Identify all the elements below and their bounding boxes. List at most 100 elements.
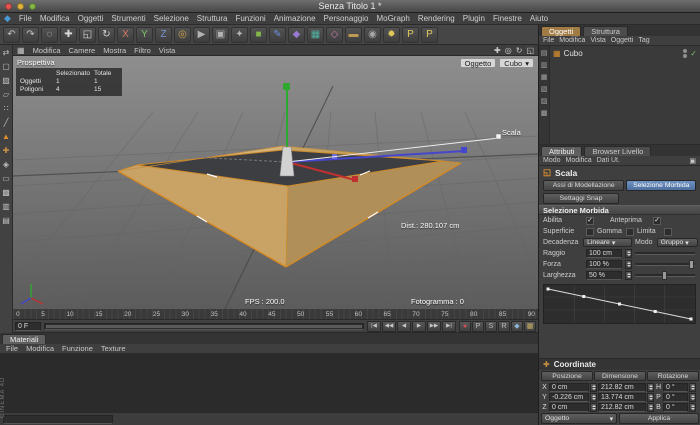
om-menu-modifica[interactable]: Modifica	[559, 37, 585, 44]
undo-icon[interactable]: ↶	[3, 27, 20, 43]
menu-rendering[interactable]: Rendering	[418, 14, 455, 23]
snap-toggle-icon[interactable]: ◈	[3, 161, 9, 169]
soft-selection-tab[interactable]: Selezione Morbida	[626, 180, 696, 191]
coordinate-mode-select[interactable]: Oggetto ▾	[541, 413, 617, 424]
om-side-icon-5[interactable]: ▨	[541, 97, 548, 105]
record-rotation-icon[interactable]: R	[498, 321, 510, 332]
menu-personaggio[interactable]: Personaggio	[324, 14, 369, 23]
add-spline-icon[interactable]: ✎	[269, 27, 286, 43]
raggio-slider[interactable]	[635, 252, 695, 255]
visibility-dots[interactable]	[683, 49, 687, 58]
texture-axis-icon[interactable]: ▩	[2, 189, 10, 197]
x-axis-handle[interactable]	[352, 176, 358, 182]
larghezza-field[interactable]: 50 %	[586, 271, 622, 280]
anteprima-checkbox[interactable]: ✓	[653, 217, 661, 225]
menu-selezione[interactable]: Selezione	[154, 14, 189, 23]
viewport-menu-icon[interactable]: ▦	[17, 46, 25, 55]
tab-browser-livello[interactable]: Browser Livello	[584, 146, 651, 156]
om-side-icon-3[interactable]: ▦	[541, 73, 548, 81]
dimension-x-field[interactable]: 212.82 cm	[598, 383, 646, 392]
menu-mograph[interactable]: MoGraph	[376, 14, 409, 23]
texture-mode-icon[interactable]: ▨	[2, 77, 10, 85]
menu-plugin[interactable]: Plugin	[463, 14, 485, 23]
record-scale-icon[interactable]: S	[485, 321, 497, 332]
modeling-axis-tab[interactable]: Assi di Modellazione	[543, 180, 624, 191]
forza-slider[interactable]	[635, 263, 695, 266]
timeline-ruler[interactable]: 051015202530354045505560657075808590	[13, 309, 538, 320]
menu-animazione[interactable]: Animazione	[274, 14, 316, 23]
scale-icon[interactable]: ◱	[79, 27, 96, 43]
menu-modifica[interactable]: Modifica	[40, 14, 70, 23]
materials-menu-texture[interactable]: Texture	[101, 344, 126, 353]
viewport-menu-vista[interactable]: Vista	[159, 46, 176, 55]
apply-button[interactable]: Applica	[619, 413, 699, 424]
add-deformer-icon[interactable]: ◇	[326, 27, 343, 43]
make-editable-icon[interactable]: ⇄	[3, 49, 10, 57]
rotate-icon[interactable]: ↻	[98, 27, 115, 43]
materials-menu-funzione[interactable]: Funzione	[62, 344, 93, 353]
curve-point[interactable]	[689, 318, 692, 321]
play-button[interactable]: ▶	[412, 321, 426, 332]
gomma-checkbox[interactable]	[626, 228, 634, 236]
object-mode-label[interactable]: Oggetto	[460, 58, 497, 68]
position-y-field[interactable]: -0.226 cm	[549, 393, 589, 402]
om-side-icon-4[interactable]: ▧	[541, 85, 548, 93]
tab-oggetti[interactable]: Oggetti	[541, 26, 581, 36]
add-primitive-icon[interactable]: ■	[250, 27, 267, 43]
menu-struttura[interactable]: Struttura	[197, 14, 228, 23]
model-mode-icon[interactable]: ▢	[2, 63, 10, 71]
dimension-x-stepper[interactable]	[647, 383, 654, 392]
live-selection-icon[interactable]: ◌	[41, 27, 58, 43]
viewport-canvas[interactable]: Prospettiva Selezionato Totale Oggetti 1…	[13, 56, 538, 309]
om-side-icon-1[interactable]: ▤	[541, 49, 548, 57]
goto-start-button[interactable]: |◀	[367, 321, 381, 332]
menu-file[interactable]: File	[19, 14, 32, 23]
record-pla-icon[interactable]: ▦	[524, 321, 536, 332]
axis-x-lock-icon[interactable]: X	[117, 27, 134, 43]
om-menu-vista[interactable]: Vista	[590, 37, 605, 44]
timeline-range-slider[interactable]	[44, 323, 364, 330]
add-light-icon[interactable]: ✹	[383, 27, 400, 43]
axis-y-lock-icon[interactable]: Y	[136, 27, 153, 43]
position-z-stepper[interactable]	[590, 403, 597, 412]
workplane-mode-icon[interactable]: ▱	[3, 91, 9, 99]
viewport-menu-filtro[interactable]: Filtro	[134, 46, 151, 55]
tab-materiali[interactable]: Materiali	[2, 334, 46, 344]
render-picture-viewer-icon[interactable]: ▣	[212, 27, 229, 43]
object-tree[interactable]: ▤ ▥ ▦ ▧ ▨ ▩ ▦ Cubo ✓	[539, 46, 700, 145]
add-environment-icon[interactable]: ▬	[345, 27, 362, 43]
snap-settings-button[interactable]: Settaggi Snap	[543, 193, 619, 204]
curve-point[interactable]	[547, 288, 550, 291]
menu-finestre[interactable]: Finestre	[493, 14, 522, 23]
tab-struttura[interactable]: Struttura	[583, 26, 628, 36]
object-axis-icon[interactable]: ✚	[3, 147, 10, 155]
coordinate-system-icon[interactable]: ◎	[174, 27, 191, 43]
toggle-layout-icon[interactable]: ◱	[526, 46, 534, 55]
falloff-curve-editor[interactable]	[543, 284, 696, 324]
larghezza-stepper[interactable]	[625, 271, 632, 280]
display-filter-icon[interactable]: ▤	[2, 217, 10, 225]
tree-item-cubo[interactable]: ▦ Cubo ✓	[553, 49, 697, 58]
dimension-y-stepper[interactable]	[647, 393, 654, 402]
limita-checkbox[interactable]	[664, 228, 672, 236]
position-column-button[interactable]: Posizione	[541, 371, 593, 381]
om-menu-file[interactable]: File	[543, 37, 554, 44]
menu-oggetti[interactable]: Oggetti	[78, 14, 104, 23]
plugin-p1-icon[interactable]: P	[402, 27, 419, 43]
om-side-icon-2[interactable]: ▥	[541, 61, 548, 69]
curve-point[interactable]	[582, 295, 585, 298]
points-mode-icon[interactable]: ∷	[3, 105, 8, 113]
position-x-field[interactable]: 0 cm	[549, 383, 589, 392]
redo-icon[interactable]: ↷	[22, 27, 39, 43]
plugin-p2-icon[interactable]: P	[421, 27, 438, 43]
dimension-column-button[interactable]: Dimensione	[594, 371, 646, 381]
rotate-view-icon[interactable]: ↻	[516, 46, 523, 55]
prev-key-button[interactable]: ◀◀	[382, 321, 396, 332]
move-icon[interactable]: ✚	[60, 27, 77, 43]
goto-end-button[interactable]: ▶|	[442, 321, 456, 332]
decadenza-select[interactable]: Lineare ▾	[583, 238, 632, 247]
om-side-icon-6[interactable]: ▩	[541, 109, 548, 117]
am-menu-dati-ut[interactable]: Dati Ut.	[597, 157, 620, 164]
position-y-stepper[interactable]	[590, 393, 597, 402]
record-keyframe-icon[interactable]: ●	[459, 321, 471, 332]
